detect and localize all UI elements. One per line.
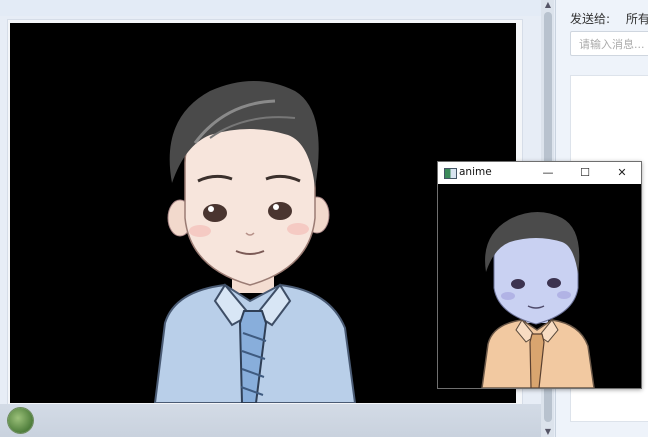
maximize-icon[interactable]: ☐ [577, 165, 593, 181]
message-input[interactable]: 请输入消息... [570, 31, 648, 56]
anime-preview-view [438, 184, 641, 388]
scroll-down-arrow-icon[interactable]: ▼ [543, 427, 553, 437]
user-avatar[interactable] [8, 408, 33, 433]
app-window-icon [444, 168, 457, 179]
close-icon[interactable]: ✕ [614, 165, 630, 181]
window-titlebar[interactable]: anime — ☐ ✕ [438, 162, 641, 184]
window-title: anime [459, 166, 492, 178]
send-to-row: 发送给: 所有人 [570, 10, 648, 27]
top-strip [0, 0, 541, 16]
anime-preview-window[interactable]: anime — ☐ ✕ [437, 161, 642, 389]
send-to-label: 发送给: [570, 12, 611, 26]
minimize-icon[interactable]: — [540, 165, 556, 181]
video-bottom-bar [0, 404, 541, 437]
scroll-up-arrow-icon[interactable]: ▲ [543, 0, 553, 10]
cartoon-man-preview-image [481, 212, 595, 388]
recipient-select[interactable]: 所有人 [626, 12, 648, 26]
